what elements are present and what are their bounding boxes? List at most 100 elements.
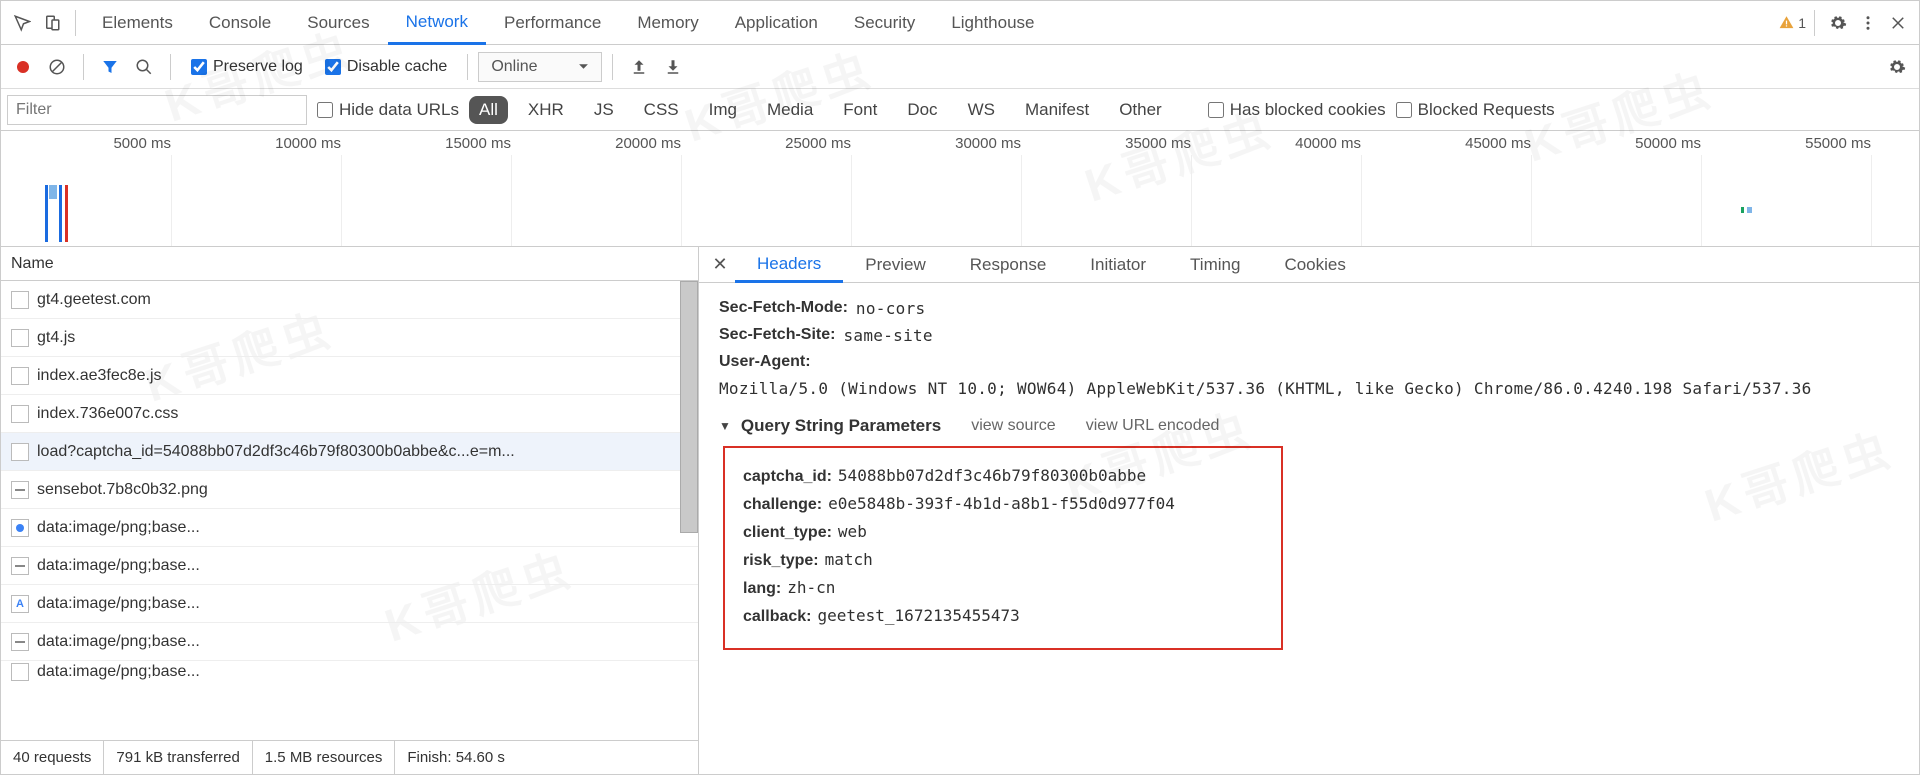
view-url-encoded-link[interactable]: view URL encoded: [1086, 417, 1220, 435]
close-details-icon[interactable]: ✕: [705, 250, 735, 280]
timeline-tick: 40000 ms: [1295, 135, 1361, 152]
type-css[interactable]: CSS: [634, 96, 689, 124]
warning-icon: [1779, 15, 1794, 30]
type-js[interactable]: JS: [584, 96, 624, 124]
request-row[interactable]: load?captcha_id=54088bb07d2df3c46b79f803…: [1, 433, 698, 471]
request-row[interactable]: index.ae3fec8e.js: [1, 357, 698, 395]
search-icon[interactable]: [128, 51, 160, 83]
request-details: ✕ Headers Preview Response Initiator Tim…: [699, 247, 1919, 774]
hide-data-urls-checkbox[interactable]: Hide data URLs: [317, 100, 459, 120]
upload-icon[interactable]: [623, 51, 655, 83]
tab-memory[interactable]: Memory: [619, 1, 716, 45]
blocked-cookies-checkbox[interactable]: Has blocked cookies: [1208, 100, 1386, 120]
tab-sources[interactable]: Sources: [289, 1, 387, 45]
request-row[interactable]: data:image/png;base...: [1, 661, 698, 683]
request-row[interactable]: data:image/png;base...: [1, 509, 698, 547]
file-icon: [11, 663, 29, 681]
separator: [1814, 10, 1815, 36]
type-doc[interactable]: Doc: [897, 96, 947, 124]
request-row[interactable]: data:image/png;base...: [1, 585, 698, 623]
scrollbar-thumb[interactable]: [680, 281, 698, 533]
request-row[interactable]: gt4.js: [1, 319, 698, 357]
blocked-requests-checkbox[interactable]: Blocked Requests: [1396, 100, 1555, 120]
close-icon[interactable]: [1883, 8, 1913, 38]
preserve-log-checkbox[interactable]: Preserve log: [191, 58, 303, 76]
type-media[interactable]: Media: [757, 96, 823, 124]
header-line: Sec-Fetch-Mode: no-cors: [719, 299, 1899, 318]
inspect-icon[interactable]: [7, 8, 37, 38]
dtab-initiator[interactable]: Initiator: [1068, 247, 1168, 283]
header-value: no-cors: [856, 299, 926, 318]
param-key: risk_type:: [743, 552, 819, 569]
request-row[interactable]: sensebot.7b8c0b32.png: [1, 471, 698, 509]
filter-icon[interactable]: [94, 51, 126, 83]
request-name: data:image/png;base...: [37, 633, 200, 651]
request-name: sensebot.7b8c0b32.png: [37, 481, 208, 499]
dtab-preview[interactable]: Preview: [843, 247, 947, 283]
type-img[interactable]: Img: [699, 96, 747, 124]
throttling-select[interactable]: Online: [478, 52, 601, 82]
filter-input[interactable]: [7, 95, 307, 125]
request-row[interactable]: gt4.geetest.com: [1, 281, 698, 319]
gear-icon[interactable]: [1881, 51, 1913, 83]
param-value: match: [825, 550, 873, 569]
tab-elements[interactable]: Elements: [84, 1, 191, 45]
clear-icon[interactable]: [41, 51, 73, 83]
request-row[interactable]: data:image/png;base...: [1, 623, 698, 661]
disable-cache-checkbox[interactable]: Disable cache: [325, 58, 448, 76]
type-ws[interactable]: WS: [958, 96, 1005, 124]
filter-row: Hide data URLs All XHR JS CSS Img Media …: [1, 89, 1919, 131]
request-list-header[interactable]: Name: [1, 247, 698, 281]
blocked-requests-label: Blocked Requests: [1418, 100, 1555, 120]
waterfall-overview[interactable]: 5000 ms10000 ms15000 ms20000 ms25000 ms3…: [1, 131, 1919, 247]
timeline-tick: 25000 ms: [785, 135, 851, 152]
request-row[interactable]: data:image/png;base...: [1, 547, 698, 585]
request-name: data:image/png;base...: [37, 557, 200, 575]
tab-lighthouse[interactable]: Lighthouse: [933, 1, 1052, 45]
gear-icon[interactable]: [1823, 8, 1853, 38]
param-value: geetest_1672135455473: [817, 606, 1019, 625]
view-source-link[interactable]: view source: [971, 417, 1055, 435]
device-toggle-icon[interactable]: [37, 8, 67, 38]
tab-performance[interactable]: Performance: [486, 1, 619, 45]
timeline-tick: 20000 ms: [615, 135, 681, 152]
status-transferred: 791 kB transferred: [104, 741, 252, 774]
hide-data-urls-label: Hide data URLs: [339, 100, 459, 120]
type-xhr[interactable]: XHR: [518, 96, 574, 124]
separator: [83, 54, 84, 80]
type-manifest[interactable]: Manifest: [1015, 96, 1099, 124]
type-other[interactable]: Other: [1109, 96, 1172, 124]
param-value: 54088bb07d2df3c46b79f80300b0abbe: [838, 466, 1146, 485]
separator: [467, 54, 468, 80]
separator: [170, 54, 171, 80]
download-icon[interactable]: [657, 51, 689, 83]
warnings-chip[interactable]: 1: [1779, 15, 1806, 31]
request-name: index.ae3fec8e.js: [37, 367, 162, 385]
header-key: Sec-Fetch-Site:: [719, 326, 835, 345]
dtab-timing[interactable]: Timing: [1168, 247, 1262, 283]
timeline-tick: 10000 ms: [275, 135, 341, 152]
triangle-down-icon: ▼: [719, 419, 731, 433]
tab-application[interactable]: Application: [717, 1, 836, 45]
type-all[interactable]: All: [469, 96, 508, 124]
tab-console[interactable]: Console: [191, 1, 289, 45]
type-font[interactable]: Font: [833, 96, 887, 124]
param-key: client_type:: [743, 524, 832, 541]
header-key: Sec-Fetch-Mode:: [719, 299, 848, 318]
request-row[interactable]: index.736e007c.css: [1, 395, 698, 433]
query-params-section[interactable]: ▼ Query String Parameters view source vi…: [719, 416, 1899, 436]
request-name: data:image/png;base...: [37, 519, 200, 537]
record-icon[interactable]: [7, 51, 39, 83]
dtab-headers[interactable]: Headers: [735, 247, 843, 283]
main-tab-bar: Elements Console Sources Network Perform…: [1, 1, 1919, 45]
param-value: web: [838, 522, 867, 541]
dtab-response[interactable]: Response: [948, 247, 1069, 283]
kebab-icon[interactable]: [1853, 8, 1883, 38]
timeline-tick: 50000 ms: [1635, 135, 1701, 152]
tab-security[interactable]: Security: [836, 1, 933, 45]
status-finish: Finish: 54.60 s: [395, 741, 517, 774]
query-params-box: captcha_id:54088bb07d2df3c46b79f80300b0a…: [723, 446, 1283, 650]
tab-network[interactable]: Network: [388, 1, 486, 45]
dtab-cookies[interactable]: Cookies: [1262, 247, 1367, 283]
param-value: zh-cn: [787, 578, 835, 597]
